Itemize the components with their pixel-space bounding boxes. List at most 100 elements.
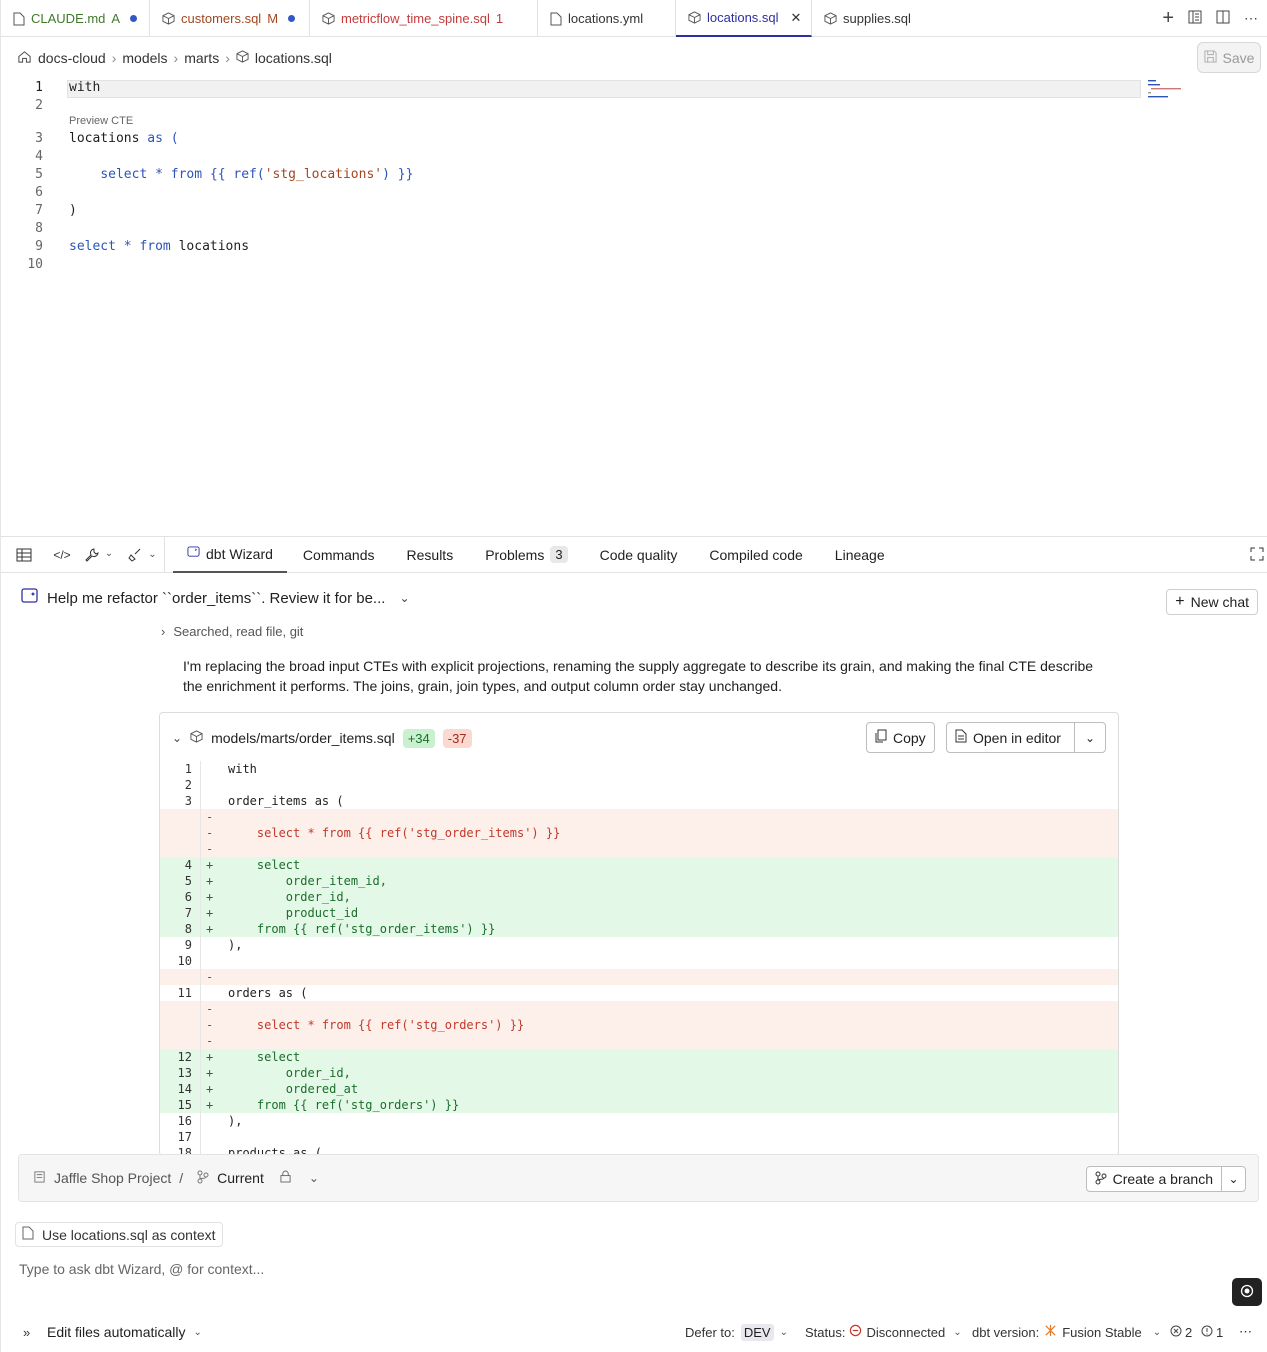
tab-supplies-sql[interactable]: supplies.sql: [812, 0, 940, 37]
tab-label: CLAUDE.md: [31, 11, 106, 26]
lock-icon: [280, 1170, 291, 1186]
breadcrumb-item[interactable]: docs-cloud: [38, 50, 106, 66]
editor-line: 5 select * from {{ ref('stg_locations') …: [35, 167, 414, 182]
broom-icon[interactable]: ⌄: [121, 536, 165, 573]
errors-indicator[interactable]: 2: [1170, 1325, 1192, 1340]
send-button[interactable]: [1232, 1278, 1262, 1306]
more-icon[interactable]: ⋯: [1244, 10, 1258, 27]
model-cube-icon: [236, 50, 249, 66]
chevron-down-icon[interactable]: ⌄: [1221, 1167, 1245, 1191]
diff-line: 4 + select: [160, 857, 1118, 873]
breadcrumb-item[interactable]: locations.sql: [255, 50, 332, 66]
code-editor[interactable]: Preview CTE 1 with 2 3 locations as ( 4 5 …: [1, 78, 1267, 536]
diff-line: 1 with: [184, 761, 257, 777]
branch-icon: [197, 1170, 209, 1187]
diff-lines: 1 with 2 3 order_items as (- - select * from …: [160, 761, 1118, 1155]
record-icon: [1240, 1284, 1254, 1301]
chat-title[interactable]: Help me refactor ``order_items``. Review…: [21, 587, 410, 609]
diff-line: 17: [160, 1129, 1118, 1145]
plus-icon[interactable]: +: [1162, 7, 1174, 30]
editor-line: 1 with: [35, 80, 101, 95]
plus-icon: +: [1175, 593, 1185, 610]
defer-selector[interactable]: Defer to: DEV ⌄: [685, 1323, 788, 1341]
wrench-icon[interactable]: ⌄: [77, 548, 121, 562]
more-icon[interactable]: ⋯: [1239, 1324, 1252, 1340]
new-chat-button[interactable]: + New chat: [1166, 589, 1258, 615]
project-name[interactable]: Jaffle Shop Project: [54, 1170, 171, 1186]
chevron-right-icon: ›: [173, 50, 179, 66]
model-cube-icon: [688, 11, 701, 24]
connection-status[interactable]: Status: Disconnected ⌄: [805, 1324, 962, 1340]
chevron-down-icon[interactable]: ⌄: [399, 591, 409, 605]
split-editor-icon[interactable]: [1216, 10, 1230, 27]
diff-line: - select * from {{ ref('stg_orders') }}: [160, 1017, 1118, 1033]
model-cube-icon: [190, 730, 203, 746]
editor-line: 6: [35, 185, 43, 200]
copy-button[interactable]: Copy: [866, 722, 935, 753]
branch-name[interactable]: Current: [217, 1170, 264, 1186]
diff-line: 10: [160, 953, 1118, 969]
tab-status: A: [111, 11, 121, 26]
warnings-indicator[interactable]: 1: [1201, 1325, 1223, 1340]
home-icon[interactable]: [17, 49, 32, 67]
breadcrumb: docs-cloud › models › marts › locations.…: [1, 38, 1267, 78]
diff-line: 11 orders as (: [177, 985, 308, 1001]
minimap[interactable]: [1148, 80, 1196, 100]
tab-locations-sql[interactable]: locations.sql ✕: [676, 0, 812, 37]
tab-results[interactable]: Results: [391, 537, 470, 573]
context-chip[interactable]: Use locations.sql as context: [15, 1222, 223, 1247]
tab-code-quality[interactable]: Code quality: [584, 537, 694, 573]
building-icon: [33, 1170, 46, 1186]
breadcrumb-item[interactable]: models: [122, 50, 167, 66]
diff-line: 15 + from {{ ref('stg_orders') }}: [160, 1097, 1118, 1113]
diff-line: 6 + order_id,: [160, 889, 1118, 905]
collapse-chevron-icon[interactable]: ⌄: [172, 731, 182, 745]
wizard-icon: [187, 545, 200, 562]
project-bar: Jaffle Shop Project / Current ⌄ Create a…: [18, 1154, 1259, 1202]
model-cube-icon: [322, 12, 335, 25]
double-chevron-icon[interactable]: »: [23, 1325, 30, 1340]
bottom-panel-tabs: </> ⌄ ⌄ dbt Wizard Commands Results Prob…: [1, 536, 1267, 573]
tab-compiled-code[interactable]: Compiled code: [693, 537, 818, 573]
dbt-version-selector[interactable]: dbt version: Fusion Stable ⌄: [972, 1324, 1161, 1340]
tab-label: locations.yml: [568, 11, 644, 26]
outline-icon[interactable]: [1188, 10, 1202, 27]
code-icon[interactable]: </>: [47, 548, 77, 562]
tab-label: locations.sql: [707, 10, 779, 25]
diff-line: 7 + product_id: [160, 905, 1118, 921]
maximize-icon[interactable]: [1250, 547, 1264, 564]
editor-line: 7): [35, 203, 77, 218]
fusion-icon: [1044, 1324, 1057, 1340]
chevron-down-icon[interactable]: ⌄: [309, 1171, 319, 1185]
editor-line: 10: [27, 257, 43, 272]
tab-dbt-wizard[interactable]: dbt Wizard: [173, 537, 287, 573]
tab-metricflow-time-spine[interactable]: metricflow_time_spine.sql 1: [310, 0, 538, 37]
edit-mode-dropdown[interactable]: Edit files automatically ⌄: [47, 1324, 202, 1340]
diff-file-path[interactable]: models/marts/order_items.sql: [211, 730, 395, 746]
create-branch-button[interactable]: Create a branch ⌄: [1085, 1166, 1246, 1192]
tab-problems[interactable]: Problems 3: [469, 537, 583, 573]
save-button[interactable]: Save: [1197, 42, 1261, 73]
agent-steps-toggle[interactable]: › Searched, read file, git: [161, 624, 303, 639]
diff-line: -: [160, 841, 1118, 857]
preview-cte-link[interactable]: Preview CTE: [69, 115, 133, 127]
tab-locations-yml[interactable]: locations.yml: [538, 0, 676, 37]
tab-claude-md[interactable]: CLAUDE.md A: [1, 0, 150, 37]
tab-commands[interactable]: Commands: [287, 537, 391, 573]
chat-input[interactable]: [19, 1259, 1219, 1279]
open-in-editor-button[interactable]: Open in editor ⌄: [946, 722, 1106, 753]
warning-icon: [1201, 1325, 1213, 1340]
tab-customers-sql[interactable]: customers.sql M: [150, 0, 310, 37]
modified-dot: [130, 15, 137, 22]
lines-removed-badge: -37: [442, 728, 472, 748]
table-icon[interactable]: [1, 548, 47, 562]
chevron-down-icon[interactable]: ⌄: [1074, 723, 1105, 752]
diff-line: 14 + ordered_at: [160, 1081, 1118, 1097]
tab-lineage[interactable]: Lineage: [819, 537, 901, 573]
close-icon[interactable]: ✕: [791, 10, 802, 26]
breadcrumb-item[interactable]: marts: [184, 50, 219, 66]
file-add-icon: [22, 1226, 34, 1243]
editor-line: 3 locations as (: [35, 131, 179, 146]
wizard-chat-icon: [21, 587, 39, 609]
diff-line: -: [160, 1033, 1118, 1049]
